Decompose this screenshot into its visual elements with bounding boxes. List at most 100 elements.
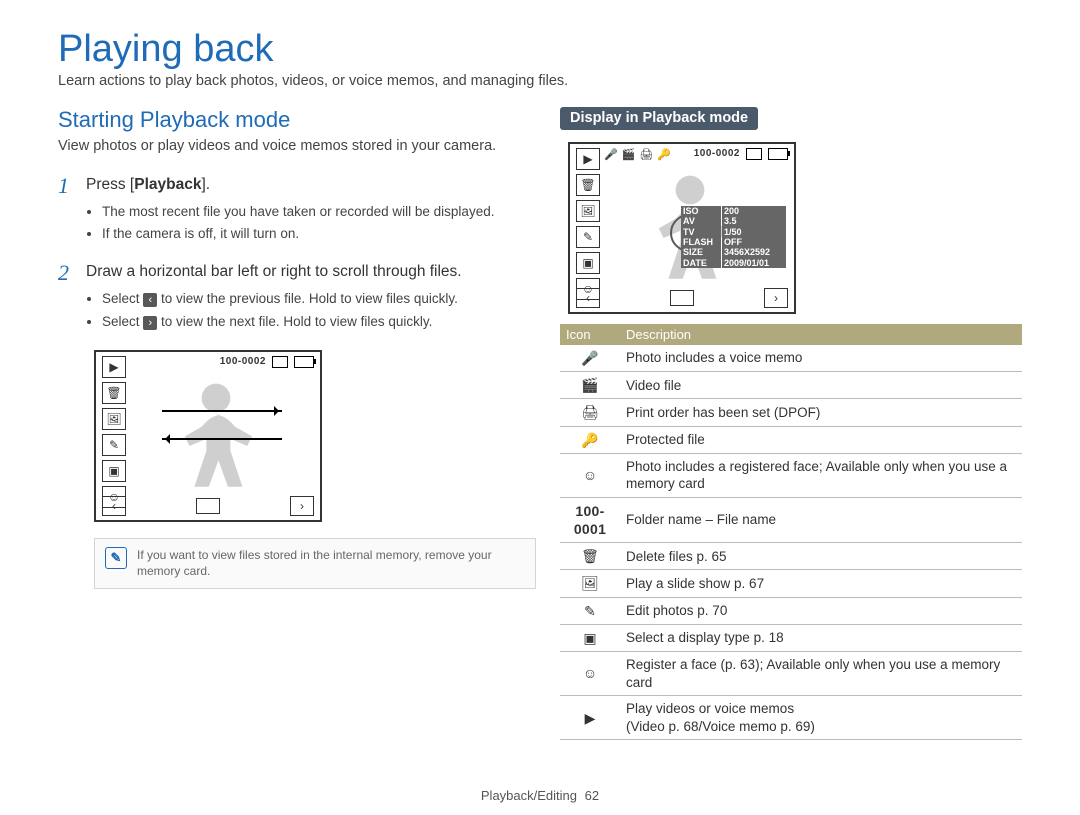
- chevron-left-icon: ‹: [143, 293, 157, 307]
- step-2-bullets: Select ‹ to view the previous file. Hold…: [58, 290, 520, 332]
- table-row: 🎬Video file: [560, 372, 1022, 399]
- bullet-pre: Select: [102, 291, 143, 306]
- exif-value: 2009/01/01: [722, 258, 786, 268]
- chevron-left-icon: ‹: [102, 496, 126, 516]
- bullet: If the camera is off, it will turn on.: [102, 225, 520, 244]
- display-mode-pill: Display in Playback mode: [560, 107, 758, 130]
- exif-value: OFF: [722, 237, 786, 247]
- edit-icon: ✎: [576, 226, 600, 248]
- table-header-row: Icon Description: [560, 324, 1022, 345]
- screenshot-left-toolbar: ▶ 🗑 🖼 ✎ ▣ ☺: [102, 356, 126, 508]
- play-icon: ▶: [576, 148, 600, 170]
- table-header-desc: Description: [620, 324, 1022, 345]
- exif-value: 1/50: [722, 227, 786, 237]
- screenshot-top-icons: 🎤 🎬 🖨 🔑: [604, 148, 671, 161]
- swipe-arrows: [162, 410, 282, 460]
- table-desc: Select a display type p. 18: [620, 624, 1022, 651]
- bullet-pre: Select: [102, 314, 143, 329]
- step-number: 2: [58, 262, 76, 284]
- step-1-pre: Press [: [86, 176, 134, 193]
- mic-icon: 🎤: [560, 345, 620, 372]
- table-row: ✎Edit photos p. 70: [560, 597, 1022, 624]
- chevron-right-icon: ›: [764, 288, 788, 308]
- table-desc: Print order has been set (DPOF): [620, 399, 1022, 426]
- bullet-post: to view the next file. Hold to view file…: [157, 314, 432, 329]
- note-icon: ✎: [105, 547, 127, 569]
- bullet: The most recent file you have taken or r…: [102, 203, 520, 222]
- step-number: 1: [58, 175, 76, 197]
- table-desc: Photo includes a registered face; Availa…: [620, 453, 1022, 497]
- scrollbar-icon: [196, 498, 220, 514]
- left-column: Starting Playback mode View photos or pl…: [58, 107, 520, 740]
- memory-card-icon: [746, 148, 762, 160]
- table-desc: Edit photos p. 70: [620, 597, 1022, 624]
- right-column: Display in Playback mode 100-0002 🎤 🎬 🖨 …: [560, 107, 1022, 740]
- exif-label: TV: [681, 227, 721, 237]
- slideshow-icon: 🖼: [576, 200, 600, 222]
- camera-screenshot-left: 100-0002 ▶ 🗑 🖼 ✎ ▣ ☺: [94, 350, 322, 522]
- edit-icon: ✎: [560, 597, 620, 624]
- table-row: ▣Select a display type p. 18: [560, 624, 1022, 651]
- key-icon: 🔑: [560, 426, 620, 453]
- table-header-icon: Icon: [560, 324, 620, 345]
- trash-icon: 🗑: [102, 382, 126, 404]
- step-body: Draw a horizontal bar left or right to s…: [86, 262, 462, 283]
- icon-description-table: Icon Description 🎤Photo includes a voice…: [560, 324, 1022, 740]
- note-text: If you want to view files stored in the …: [137, 547, 525, 579]
- file-number-label: 100-0002: [694, 148, 740, 160]
- table-desc: Protected file: [620, 426, 1022, 453]
- step-1-bullets: The most recent file you have taken or r…: [58, 203, 520, 245]
- table-desc: Photo includes a voice memo: [620, 345, 1022, 372]
- scrollbar-icon: [670, 290, 694, 306]
- section-lead: View photos or play videos and voice mem…: [58, 137, 520, 157]
- section-heading: Starting Playback mode: [58, 107, 520, 133]
- table-row: 🎤Photo includes a voice memo: [560, 345, 1022, 372]
- note-box: ✎ If you want to view files stored in th…: [94, 538, 536, 588]
- table-row: ▶Play videos or voice memos (Video p. 68…: [560, 696, 1022, 740]
- bullet: Select › to view the next file. Hold to …: [102, 313, 520, 332]
- trash-icon: 🗑: [560, 543, 620, 570]
- step-1-post: ].: [201, 176, 210, 193]
- chevron-right-icon: ›: [290, 496, 314, 516]
- exif-overlay: ISO200 AV3.5 TV1/50 FLASHOFF SIZE3456X25…: [681, 206, 786, 268]
- step-body: Press [Playback].: [86, 175, 210, 196]
- exif-label: SIZE: [681, 247, 721, 257]
- camera-screenshot-right: 100-0002 🎤 🎬 🖨 🔑 ▶ 🗑 🖼 ✎ ▣ ☺: [568, 142, 796, 314]
- table-row: ☺Register a face (p. 63); Available only…: [560, 651, 1022, 695]
- video-icon: 🎬: [622, 148, 636, 161]
- display-type-icon: ▣: [102, 460, 126, 482]
- exif-label: ISO: [681, 206, 721, 216]
- step-1: 1 Press [Playback].: [58, 175, 520, 197]
- table-row: 🖨Print order has been set (DPOF): [560, 399, 1022, 426]
- table-desc: Play a slide show p. 67: [620, 570, 1022, 597]
- battery-icon: [294, 356, 314, 368]
- page-title: Playing back: [58, 28, 1022, 71]
- table-row: 🗑Delete files p. 65: [560, 543, 1022, 570]
- screenshot-right-toolbar: ▶ 🗑 🖼 ✎ ▣ ☺: [576, 148, 600, 300]
- exif-value: 3.5: [722, 216, 786, 226]
- step-2: 2 Draw a horizontal bar left or right to…: [58, 262, 520, 284]
- table-desc: Video file: [620, 372, 1022, 399]
- table-row: 🖼Play a slide show p. 67: [560, 570, 1022, 597]
- display-type-icon: ▣: [576, 252, 600, 274]
- display-type-icon: ▣: [560, 624, 620, 651]
- bullet: Select ‹ to view the previous file. Hold…: [102, 290, 520, 309]
- print-icon: 🖨: [560, 399, 620, 426]
- slideshow-icon: 🖼: [560, 570, 620, 597]
- page-footer: Playback/Editing 62: [0, 788, 1080, 803]
- step-1-bold: Playback: [134, 176, 201, 193]
- face-icon: ☺: [560, 453, 620, 497]
- exif-label: DATE: [681, 258, 721, 268]
- memory-card-icon: [272, 356, 288, 368]
- footer-section: Playback/Editing: [481, 788, 577, 803]
- page-intro: Learn actions to play back photos, video…: [58, 73, 1022, 89]
- table-desc: Folder name – File name: [620, 497, 1022, 542]
- table-row: 🔑Protected file: [560, 426, 1022, 453]
- chevron-left-icon: ‹: [576, 288, 600, 308]
- mic-icon: 🎤: [604, 148, 618, 161]
- battery-icon: [768, 148, 788, 160]
- exif-value: 200: [722, 206, 786, 216]
- table-desc: Play videos or voice memos (Video p. 68/…: [620, 696, 1022, 740]
- page-number: 62: [585, 788, 599, 803]
- bullet-post: to view the previous file. Hold to view …: [157, 291, 458, 306]
